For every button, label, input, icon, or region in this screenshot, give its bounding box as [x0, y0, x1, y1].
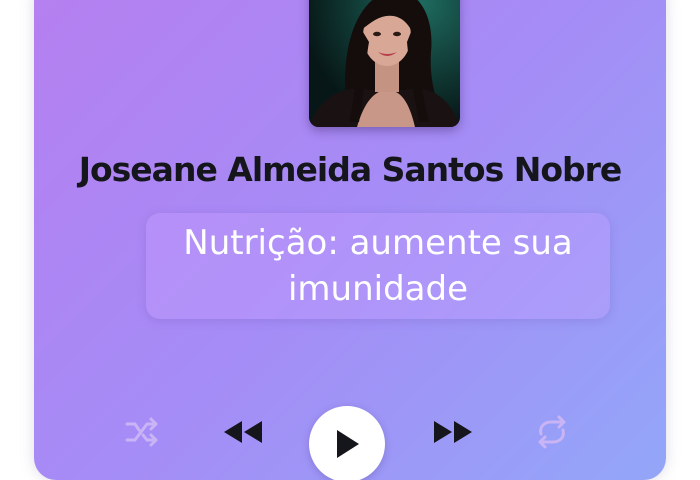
- rewind-icon: [224, 421, 262, 443]
- shuffle-icon: [125, 417, 158, 447]
- play-button[interactable]: [309, 406, 385, 480]
- shuffle-button[interactable]: [120, 412, 164, 452]
- presenter-avatar: [309, 0, 460, 127]
- repeat-button[interactable]: [530, 412, 574, 452]
- playback-controls: [34, 400, 666, 480]
- episode-title-box: Nutrição: aumente sua imunidade: [146, 213, 610, 319]
- presenter-name: Joseane Almeida Santos Nobre: [78, 150, 623, 189]
- episode-title: Nutrição: aumente sua imunidade: [183, 223, 573, 309]
- repeat-icon: [538, 415, 566, 449]
- previous-button[interactable]: [218, 414, 268, 450]
- next-button[interactable]: [428, 414, 478, 450]
- player-card: Joseane Almeida Santos Nobre Nutrição: a…: [34, 0, 666, 480]
- fast-forward-icon: [434, 421, 472, 443]
- play-icon: [337, 430, 359, 458]
